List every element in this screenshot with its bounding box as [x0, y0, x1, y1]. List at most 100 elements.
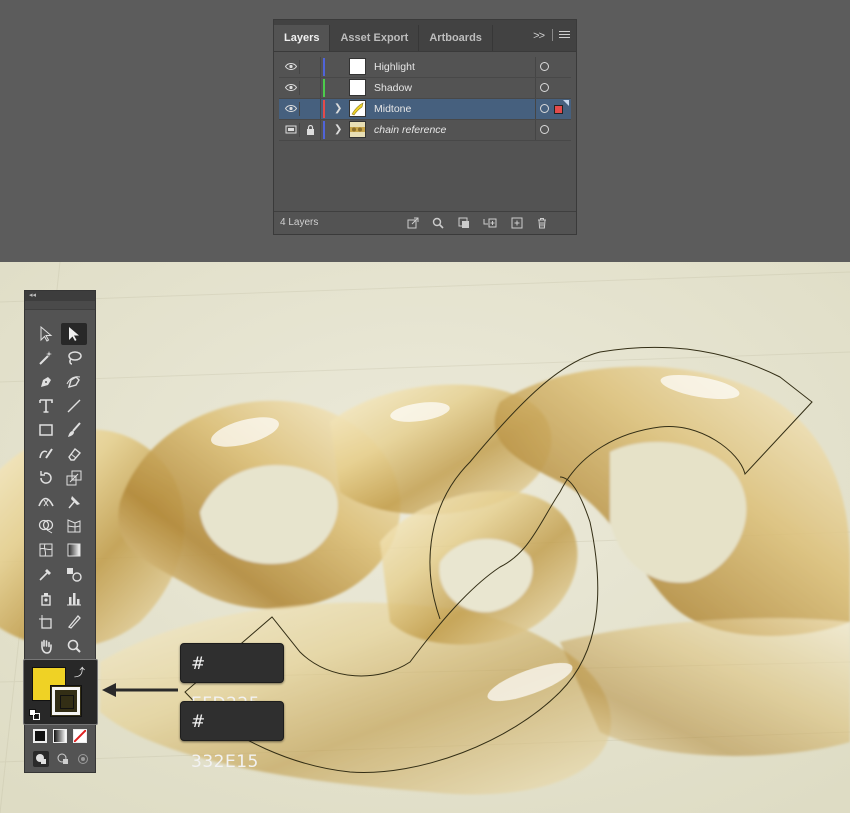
direct-selection-tool-icon[interactable] [33, 323, 59, 345]
none-mode-button[interactable] [73, 729, 87, 743]
layers-panel: Layers Asset Export Artboards >> Highlig… [273, 19, 577, 235]
type-tool-icon[interactable] [33, 395, 59, 417]
expand-chevron-icon[interactable]: ❯ [334, 103, 342, 114]
artboard-canvas[interactable] [0, 262, 850, 813]
lasso-tool-icon[interactable] [61, 347, 87, 369]
target-circle-icon[interactable] [540, 104, 549, 113]
draw-inside-icon[interactable] [75, 751, 91, 767]
export-icon[interactable] [407, 217, 419, 229]
eraser-tool-icon[interactable] [61, 443, 87, 465]
layer-thumbnail [349, 79, 366, 96]
width-tool-icon[interactable] [33, 491, 59, 513]
color-mode-button[interactable] [33, 729, 47, 743]
slice-tool-icon[interactable] [61, 611, 87, 633]
visibility-eye-icon[interactable] [283, 102, 300, 116]
lock-toggle[interactable] [301, 57, 321, 77]
layer-row-midtone[interactable]: ❯ Midtone [279, 99, 571, 120]
tab-divider [552, 29, 553, 41]
tab-artboards[interactable]: Artboards [419, 25, 493, 51]
stroke-hex-callout: # 332E15 [180, 701, 284, 772]
column-divider [535, 120, 536, 140]
gradient-mode-button[interactable] [53, 729, 67, 743]
fill-stroke-well: ⤴ [23, 659, 98, 725]
stroke-color-swatch[interactable] [50, 685, 82, 717]
tab-layers[interactable]: Layers [274, 25, 331, 51]
draw-behind-icon[interactable] [55, 751, 71, 767]
column-graph-tool-icon[interactable] [61, 587, 87, 609]
tab-overflow-button[interactable]: >> [533, 30, 545, 42]
new-layer-icon[interactable] [511, 217, 523, 229]
lock-toggle[interactable] [301, 78, 321, 98]
blend-tool-icon[interactable] [61, 563, 87, 585]
column-divider [535, 57, 536, 77]
layer-name[interactable]: Highlight [374, 61, 415, 73]
shape-builder-tool-icon[interactable] [33, 515, 59, 537]
target-circle-icon[interactable] [540, 125, 549, 134]
callout-arrow-icon [102, 683, 178, 697]
rotate-tool-icon[interactable] [33, 467, 59, 489]
shaper-tool-icon[interactable] [33, 443, 59, 465]
chain-reference-image [0, 262, 850, 813]
tools-collapse-icon[interactable]: ◂◂ [25, 291, 95, 301]
column-divider [535, 78, 536, 98]
symbol-sprayer-tool-icon[interactable] [33, 587, 59, 609]
layer-color-bar [323, 58, 325, 76]
layer-color-bar [323, 121, 325, 139]
lock-icon[interactable] [301, 120, 321, 140]
rectangle-tool-icon[interactable] [33, 419, 59, 441]
current-layer-indicator-icon [563, 100, 569, 106]
selection-indicator[interactable] [554, 105, 563, 114]
expand-chevron-icon[interactable]: ❯ [334, 124, 342, 135]
line-segment-tool-icon[interactable] [61, 395, 87, 417]
puppet-warp-tool-icon[interactable] [61, 491, 87, 513]
draw-normal-icon[interactable] [33, 751, 49, 767]
mesh-tool-icon[interactable] [33, 539, 59, 561]
layer-color-bar [323, 79, 325, 97]
layer-name[interactable]: Midtone [374, 103, 411, 115]
visibility-eye-icon[interactable] [283, 60, 300, 74]
layers-footer: 4 Layers [274, 211, 576, 234]
curvature-tool-icon[interactable] [61, 371, 87, 393]
eyedropper-tool-icon[interactable] [33, 563, 59, 585]
tab-asset-export[interactable]: Asset Export [330, 25, 420, 51]
panel-menu-icon[interactable] [559, 29, 570, 40]
template-visibility-icon[interactable] [283, 123, 300, 137]
layer-name[interactable]: chain reference [374, 124, 446, 136]
hand-tool-icon[interactable] [33, 635, 59, 657]
fill-hex-callout: # EFD225 [180, 643, 284, 714]
layer-row-highlight[interactable]: Highlight [279, 57, 571, 78]
lock-toggle[interactable] [301, 99, 321, 119]
paintbrush-tool-icon[interactable] [61, 419, 87, 441]
perspective-grid-tool-icon[interactable] [61, 515, 87, 537]
scale-tool-icon[interactable] [61, 467, 87, 489]
layer-name[interactable]: Shadow [374, 82, 412, 94]
pen-tool-icon[interactable] [33, 371, 59, 393]
visibility-eye-icon[interactable] [283, 81, 300, 95]
layer-thumbnail [349, 58, 366, 75]
magic-wand-tool-icon[interactable] [33, 347, 59, 369]
layer-row-shadow[interactable]: Shadow [279, 78, 571, 99]
selection-tool-icon[interactable] [61, 323, 87, 345]
make-clipping-mask-icon[interactable] [458, 217, 470, 229]
target-circle-icon[interactable] [540, 62, 549, 71]
zoom-tool-icon[interactable] [61, 635, 87, 657]
layers-list: Highlight Shadow ❯ Midtone ❯ chain refer… [279, 57, 571, 215]
panel-tab-bar: Layers Asset Export Artboards >> [274, 20, 576, 52]
layer-color-bar [323, 100, 325, 118]
stroke-inner-fill [60, 695, 74, 709]
layer-thumbnail [349, 121, 366, 138]
locate-object-icon[interactable] [432, 217, 444, 229]
gradient-tool-icon[interactable] [61, 539, 87, 561]
trash-icon[interactable] [536, 217, 548, 229]
layer-count: 4 Layers [280, 217, 319, 228]
default-colors-icon[interactable] [29, 707, 40, 720]
tools-grip[interactable] [25, 301, 95, 310]
tools-panel: ◂◂ ⤴ [23, 290, 98, 773]
artboard-tool-icon[interactable] [33, 611, 59, 633]
create-sublayer-icon[interactable] [483, 217, 497, 229]
layer-row-chain-reference[interactable]: ❯ chain reference [279, 120, 571, 141]
swap-fill-stroke-icon[interactable]: ⤴ [74, 664, 85, 680]
target-circle-icon[interactable] [540, 83, 549, 92]
layer-thumbnail [349, 100, 366, 117]
column-divider [535, 99, 536, 119]
